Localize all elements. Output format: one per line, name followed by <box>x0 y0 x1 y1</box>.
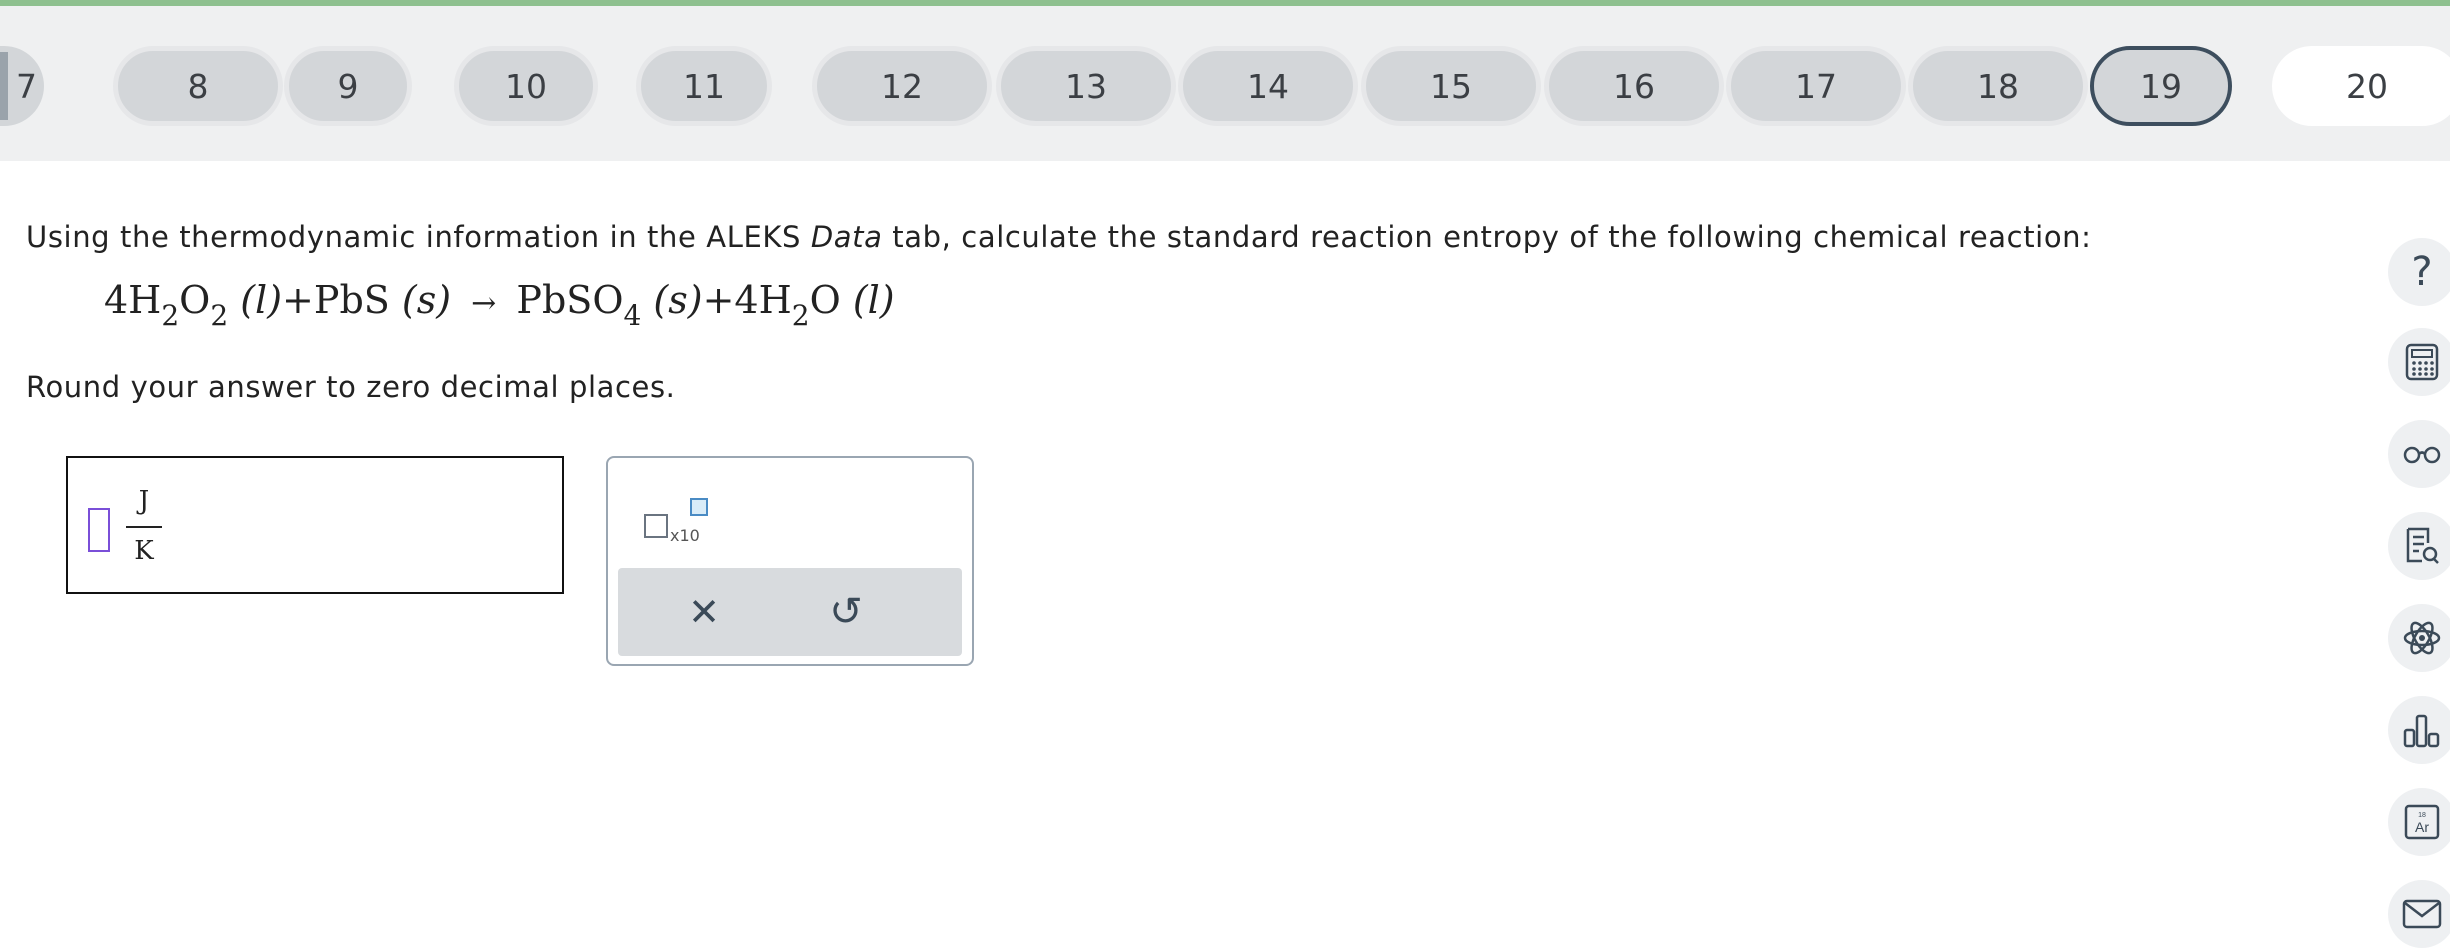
question-label: 13 <box>1065 66 1107 106</box>
data-tab-reference: Data <box>810 220 883 254</box>
calculator-icon <box>2405 343 2439 381</box>
question-prompt: Using the thermodynamic information in t… <box>26 220 2092 254</box>
svg-text:Ar: Ar <box>2415 819 2429 835</box>
question-label: 16 <box>1613 66 1655 106</box>
question-label: 7 <box>16 66 37 106</box>
chemical-equation: 4H2O2 (l)+PbS (s) → PbSO4 (s)+4H2O (l) <box>104 278 895 332</box>
question-label: 10 <box>505 66 547 106</box>
question-label: 8 <box>187 66 209 106</box>
atom-icon <box>2403 621 2441 655</box>
question-17-button[interactable]: 17 <box>1726 46 1906 126</box>
question-11-button[interactable]: 11 <box>636 46 772 126</box>
question-19-button[interactable]: 19 <box>2090 46 2232 126</box>
reference-button[interactable] <box>2388 512 2450 580</box>
clear-button[interactable]: ✕ <box>674 582 734 642</box>
unit-fraction: J K <box>126 486 162 566</box>
question-mark-icon: ? <box>2411 249 2433 295</box>
unit-numerator: J <box>138 486 150 516</box>
close-icon: ✕ <box>688 590 720 634</box>
question-label: 12 <box>881 66 923 106</box>
question-label: 15 <box>1430 66 1472 106</box>
question-label: 18 <box>1977 66 2019 106</box>
bar-chart-icon <box>2403 714 2440 748</box>
chart-button[interactable] <box>2388 696 2450 764</box>
undo-icon: ↺ <box>829 589 863 635</box>
question-7-button[interactable]: 7 <box>0 46 44 126</box>
question-label: 11 <box>683 66 725 106</box>
rounding-instruction: Round your answer to zero decimal places… <box>26 370 676 404</box>
math-palette: x10 ✕ ↺ <box>606 456 974 666</box>
answer-box: J K <box>66 456 564 594</box>
question-15-button[interactable]: 15 <box>1361 46 1541 126</box>
document-search-icon <box>2406 527 2439 564</box>
question-16-button[interactable]: 16 <box>1544 46 1724 126</box>
calculator-button[interactable] <box>2388 328 2450 396</box>
answer-input[interactable] <box>88 508 110 552</box>
question-12-button[interactable]: 12 <box>812 46 992 126</box>
question-18-button[interactable]: 18 <box>1908 46 2088 126</box>
message-button[interactable] <box>2388 880 2450 948</box>
question-9-button[interactable]: 9 <box>284 46 412 126</box>
question-14-button[interactable]: 14 <box>1178 46 1358 126</box>
undo-button[interactable]: ↺ <box>816 582 876 642</box>
mantissa-box-icon <box>644 514 668 538</box>
question-label: 20 <box>2346 66 2388 106</box>
scientific-notation-button[interactable]: x10 <box>638 488 708 548</box>
question-label: 19 <box>2140 66 2182 106</box>
envelope-icon <box>2402 899 2442 929</box>
question-label: 9 <box>337 66 359 106</box>
svg-text:18: 18 <box>2418 812 2426 819</box>
question-10-button[interactable]: 10 <box>454 46 598 126</box>
palette-action-bar: ✕ ↺ <box>618 568 962 656</box>
unit-denominator: K <box>134 536 154 566</box>
exponent-box-icon <box>690 498 708 516</box>
question-13-button[interactable]: 13 <box>996 46 1176 126</box>
fraction-bar <box>126 526 162 528</box>
glasses-button[interactable] <box>2388 420 2450 488</box>
question-navigation: 7 8 9 10 11 12 13 14 15 16 17 18 19 20 <box>0 6 2450 161</box>
help-button[interactable]: ? <box>2388 238 2450 306</box>
question-label: 14 <box>1247 66 1289 106</box>
question-20-button[interactable]: 20 <box>2272 46 2450 126</box>
periodic-table-button[interactable]: 18 Ar <box>2388 788 2450 856</box>
glasses-icon <box>2403 446 2441 464</box>
question-8-button[interactable]: 8 <box>113 46 283 126</box>
reaction-arrow-icon: → <box>471 286 497 321</box>
atom-button[interactable] <box>2388 604 2450 672</box>
times-ten-label: x10 <box>670 526 700 545</box>
periodic-table-icon: 18 Ar <box>2404 804 2440 840</box>
question-label: 17 <box>1795 66 1837 106</box>
